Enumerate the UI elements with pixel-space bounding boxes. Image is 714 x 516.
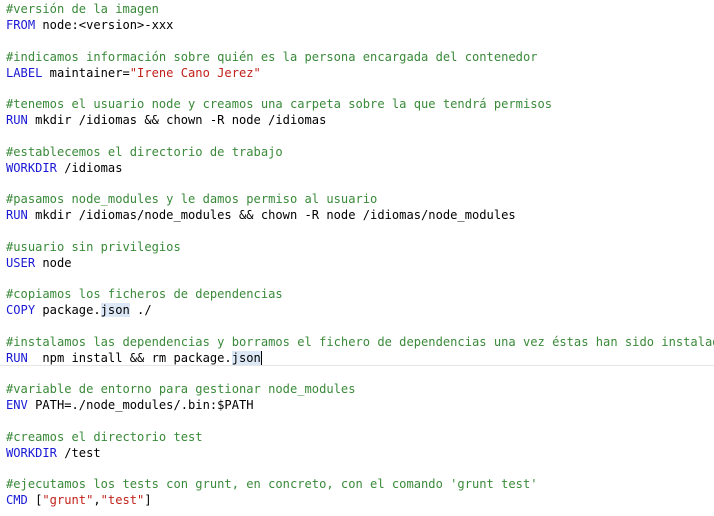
code-line: #creamos el directorio test <box>0 429 714 445</box>
string-literal: "test" <box>100 493 145 507</box>
keyword: RUN <box>6 113 28 127</box>
code-text: mkdir /idiomas/node_modules && chown -R … <box>27 208 516 222</box>
code-text: mkdir /idiomas && chown -R node /idiomas <box>27 113 327 127</box>
keyword: RUN <box>6 351 28 365</box>
code-line: #variable de entorno para gestionar node… <box>0 381 714 397</box>
search-highlight: json <box>231 351 261 365</box>
keyword: ENV <box>6 398 28 412</box>
code-line: USER node <box>0 255 714 271</box>
code-line: #establecemos el directorio de trabajo <box>0 144 714 160</box>
current-line: RUN npm install && rm package.json <box>0 350 714 366</box>
code-line: #indicamos información sobre quién es la… <box>0 49 714 65</box>
string-literal: "grunt" <box>42 493 94 507</box>
code-text: maintainer= <box>42 66 130 80</box>
string-literal: "Irene Cano Jerez" <box>129 66 261 80</box>
code-line: #copiamos los ficheros de dependencias <box>0 286 714 302</box>
comment: #instalamos las dependencias y borramos … <box>6 335 714 349</box>
code-line: CMD ["grunt","test"] <box>0 492 714 508</box>
text-cursor <box>260 351 262 365</box>
code-line: #tenemos el usuario node y creamos una c… <box>0 96 714 112</box>
code-line: ENV PATH=./node_modules/.bin:$PATH <box>0 397 714 413</box>
code-line: WORKDIR /idiomas <box>0 160 714 176</box>
comment: #establecemos el directorio de trabajo <box>6 145 283 159</box>
code-text: package. <box>35 303 101 317</box>
keyword: LABEL <box>6 66 43 80</box>
code-line: WORKDIR /test <box>0 445 714 461</box>
keyword: WORKDIR <box>6 446 57 460</box>
code-line: RUN mkdir /idiomas && chown -R node /idi… <box>0 112 714 128</box>
comment: #variable de entorno para gestionar node… <box>6 382 356 396</box>
keyword: USER <box>6 256 36 270</box>
code-text: [ <box>27 493 43 507</box>
keyword: COPY <box>6 303 36 317</box>
comment: #versión de la imagen <box>6 2 159 16</box>
code-line: #pasamos node_modules y le damos permiso… <box>0 191 714 207</box>
code-line: LABEL maintainer="Irene Cano Jerez" <box>0 65 714 81</box>
code-text: node <box>35 256 72 270</box>
code-line: #versión de la imagen <box>0 1 714 17</box>
code-text: npm install && rm package. <box>27 351 232 365</box>
comment: #ejecutamos los tests con grunt, en conc… <box>6 477 538 491</box>
code-line: #instalamos las dependencias y borramos … <box>0 334 714 350</box>
code-text: /idiomas <box>56 161 123 175</box>
search-highlight: json <box>100 303 130 317</box>
code-line: #ejecutamos los tests con grunt, en conc… <box>0 476 714 492</box>
keyword: CMD <box>6 493 28 507</box>
comment: #creamos el directorio test <box>6 430 203 444</box>
code-text: PATH=./node_modules/.bin:$PATH <box>27 398 254 412</box>
code-line: RUN mkdir /idiomas/node_modules && chown… <box>0 207 714 223</box>
comment: #tenemos el usuario node y creamos una c… <box>6 97 553 111</box>
code-line: #usuario sin privilegios <box>0 239 714 255</box>
code-text: node:<version>-xxx <box>35 18 174 32</box>
comment: #copiamos los ficheros de dependencias <box>6 287 283 301</box>
comment: #usuario sin privilegios <box>6 240 181 254</box>
code-text: , <box>93 493 101 507</box>
code-text: ./ <box>129 303 152 317</box>
code-editor[interactable]: #versión de la imagen FROM node:<version… <box>0 0 714 516</box>
keyword: WORKDIR <box>6 161 57 175</box>
code-line: FROM node:<version>-xxx <box>0 17 714 33</box>
code-line: COPY package.json ./ <box>0 302 714 318</box>
comment: #pasamos node_modules y le damos permiso… <box>6 192 378 206</box>
comment: #indicamos información sobre quién es la… <box>6 50 538 64</box>
code-text: /test <box>56 446 101 460</box>
code-text: ] <box>144 493 152 507</box>
keyword: RUN <box>6 208 28 222</box>
keyword: FROM <box>6 18 36 32</box>
